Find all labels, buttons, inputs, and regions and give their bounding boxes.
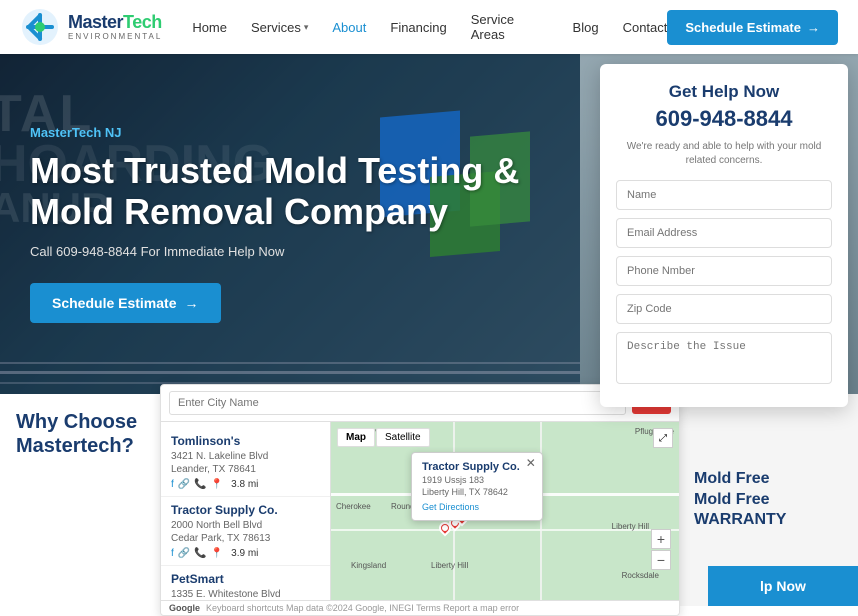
map-tab-satellite[interactable]: Satellite xyxy=(376,428,430,447)
list-item[interactable]: Tractor Supply Co. 2000 North Bell Blvd … xyxy=(161,497,330,566)
logo-name: MasterTech xyxy=(68,13,162,33)
list-item[interactable]: Tomlinson's 3421 N. Lakeline Blvd Leande… xyxy=(161,428,330,497)
form-title: Get Help Now xyxy=(616,82,832,102)
map-area[interactable]: Brushy Creek Pflugerville Cherokee Round… xyxy=(331,422,679,600)
logo-text: MasterTech ENVIRONMENTAL xyxy=(68,13,162,42)
map-label: Kingsland xyxy=(351,561,386,570)
popup-directions-link[interactable]: Get Directions xyxy=(422,502,532,512)
nav-services[interactable]: Services ▾ xyxy=(251,20,308,35)
popup-title: Tractor Supply Co. xyxy=(422,461,532,473)
map-label: Rocksdale xyxy=(622,571,659,580)
schedule-estimate-button[interactable]: Schedule Estimate → xyxy=(667,10,838,45)
store-address: 1335 E. Whitestone Blvd Cedar Park, TX 7… xyxy=(171,588,320,600)
map-label: Liberty Hill xyxy=(612,522,649,531)
map-footer: Google Keyboard shortcuts Map data ©2024… xyxy=(161,600,679,615)
map-icon[interactable]: 📍 xyxy=(211,548,223,559)
store-icons: f 🔗 📞 📍 3.8 mi xyxy=(171,479,320,490)
map-tabs: Map Satellite xyxy=(337,428,430,447)
popup-address: 1919 Ussjs 183Liberty Hill, TX 78642 xyxy=(422,475,532,498)
form-phone: 609-948-8844 xyxy=(616,106,832,132)
form-description: We're ready and able to help with your m… xyxy=(616,140,832,168)
main-nav: Home Services ▾ About Financing Service … xyxy=(192,12,667,42)
facebook-icon[interactable]: f xyxy=(171,479,174,490)
map-icon[interactable]: 📍 xyxy=(211,479,223,490)
email-input[interactable] xyxy=(616,218,832,248)
map-label: Liberty Hill xyxy=(431,561,468,570)
warranty-title: Mold FreeMold Free WARRANTY xyxy=(694,469,842,531)
google-logo: Google xyxy=(169,603,200,613)
map-expand-button[interactable]: ⤢ xyxy=(653,428,673,448)
nav-home[interactable]: Home xyxy=(192,20,227,35)
logo-icon xyxy=(20,7,60,47)
why-title: Why ChooseMastertech? xyxy=(16,410,164,458)
hero-title: Most Trusted Mold Testing &Mold Removal … xyxy=(30,150,550,233)
hero-subtitle: Call 609-948-8844 For Immediate Help Now xyxy=(30,244,550,259)
hero-cta-button[interactable]: Schedule Estimate → xyxy=(30,283,221,323)
map-popup: ✕ Tractor Supply Co. 1919 Ussjs 183Liber… xyxy=(411,452,543,521)
nav-contact[interactable]: Contact xyxy=(623,20,668,35)
services-dropdown-arrow: ▾ xyxy=(304,22,309,33)
map-footer-text: Keyboard shortcuts Map data ©2024 Google… xyxy=(206,603,519,613)
map-store-list: Tomlinson's 3421 N. Lakeline Blvd Leande… xyxy=(161,422,331,600)
map-search-input[interactable] xyxy=(169,391,626,415)
store-name: Tomlinson's xyxy=(171,434,320,448)
phone-icon[interactable]: 📞 xyxy=(194,479,206,490)
logo-sub: ENVIRONMENTAL xyxy=(68,33,162,42)
zip-input[interactable] xyxy=(616,294,832,324)
store-address: 3421 N. Lakeline Blvd Leander, TX 78641 xyxy=(171,450,320,476)
zoom-in-button[interactable]: + xyxy=(651,529,671,549)
phone-icon[interactable]: 📞 xyxy=(194,548,206,559)
link-icon[interactable]: 🔗 xyxy=(178,548,190,559)
store-name: Tractor Supply Co. xyxy=(171,503,320,517)
map-body: Tomlinson's 3421 N. Lakeline Blvd Leande… xyxy=(161,422,679,600)
store-icons: f 🔗 📞 📍 3.9 mi xyxy=(171,548,320,559)
nav-about[interactable]: About xyxy=(332,20,366,35)
phone-input[interactable] xyxy=(616,256,832,286)
zoom-out-button[interactable]: − xyxy=(651,550,671,570)
map-label: Cherokee xyxy=(336,502,371,511)
contact-form-panel: Get Help Now 609-948-8844 We're ready an… xyxy=(600,64,848,407)
name-input[interactable] xyxy=(616,180,832,210)
nav-service-areas[interactable]: Service Areas xyxy=(471,12,549,42)
why-choose-section: Why ChooseMastertech? xyxy=(0,394,180,606)
store-name: PetSmart xyxy=(171,572,320,586)
nav-financing[interactable]: Financing xyxy=(390,20,446,35)
issue-textarea[interactable] xyxy=(616,332,832,384)
header: MasterTech ENVIRONMENTAL Home Services ▾… xyxy=(0,0,858,54)
help-now-button[interactable]: lp Now xyxy=(708,566,858,606)
store-address: 2000 North Bell Blvd Cedar Park, TX 7861… xyxy=(171,519,320,545)
map-tab-map[interactable]: Map xyxy=(337,428,375,447)
hero-tagline: MasterTech NJ xyxy=(30,125,550,140)
map-widget: Go Tomlinson's 3421 N. Lakeline Blvd Lea… xyxy=(160,384,680,616)
facebook-icon[interactable]: f xyxy=(171,548,174,559)
map-popup-close[interactable]: ✕ xyxy=(526,456,536,470)
hero-content: MasterTech NJ Most Trusted Mold Testing … xyxy=(0,54,580,394)
arrow-icon: → xyxy=(807,20,820,35)
nav-blog[interactable]: Blog xyxy=(573,20,599,35)
logo[interactable]: MasterTech ENVIRONMENTAL xyxy=(20,7,162,47)
link-icon[interactable]: 🔗 xyxy=(178,479,190,490)
list-item[interactable]: PetSmart 1335 E. Whitestone Blvd Cedar P… xyxy=(161,566,330,600)
arrow-icon: → xyxy=(185,295,199,311)
map-controls: + − xyxy=(651,529,671,570)
